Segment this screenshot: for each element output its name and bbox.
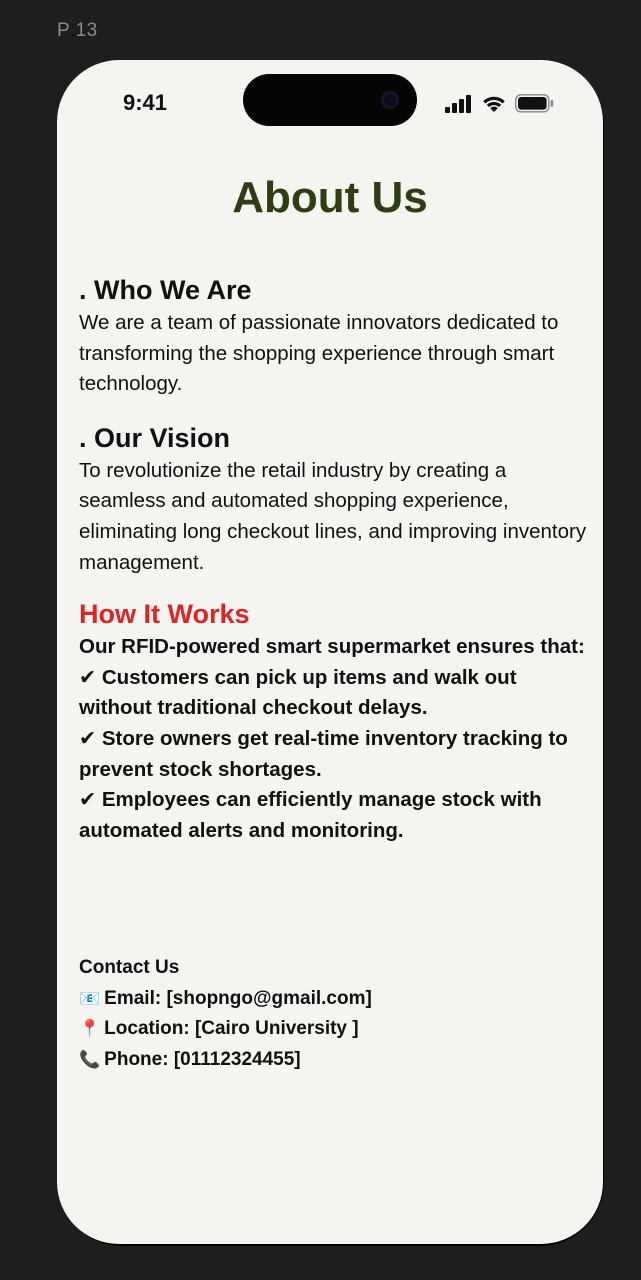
dynamic-island xyxy=(243,74,417,126)
page-title: About Us xyxy=(232,173,428,222)
who-we-are-heading: . Who We Are xyxy=(79,275,252,305)
envelope-icon: 📧 xyxy=(79,988,101,1008)
how-it-works-point: ✔ Store owners get real-time inventory t… xyxy=(79,726,568,781)
how-it-works-point: ✔ Employees can efficiently manage stock… xyxy=(79,788,542,842)
contact-location: Location: [Cairo University ] xyxy=(104,1018,359,1040)
who-we-are-section: . Who We Are We are a team of passionate… xyxy=(79,272,589,400)
wifi-icon xyxy=(483,96,505,112)
frame-label: P 13 xyxy=(57,20,98,41)
our-vision-heading: . Our Vision xyxy=(79,422,231,453)
status-icons xyxy=(445,94,555,114)
location-pin-icon: 📍 xyxy=(79,1019,101,1039)
phone-screen: 9:41 About Us . Who We Are We are a team… xyxy=(57,60,603,1244)
how-it-works-point: ✔ Customers can pick up items and walk o… xyxy=(79,665,517,720)
camera-icon xyxy=(381,91,399,109)
who-we-are-body: We are a team of passionate innovators d… xyxy=(79,311,559,396)
contact-email[interactable]: Email: [shopngo@gmail.com] xyxy=(104,988,372,1009)
contact-phone-row[interactable]: 📞 Phone: [01112324455] xyxy=(79,1045,579,1076)
contact-section: Contact Us 📧 Email: [shopngo@gmail.com] 📍… xyxy=(79,953,579,1075)
how-it-works-heading: How It Works xyxy=(79,599,250,630)
contact-email-row[interactable]: 📧 Email: [shopngo@gmail.com] xyxy=(79,984,579,1015)
status-time: 9:41 xyxy=(123,90,168,115)
battery-icon xyxy=(515,94,554,113)
signal-icon xyxy=(445,95,471,113)
about-content: . Who We Are We are a team of passionate… xyxy=(79,272,589,846)
our-vision-section: . Our Vision To revolutionize the retail… xyxy=(79,420,589,578)
phone-icon: 📞 xyxy=(79,1049,101,1069)
our-vision-body: To revolutionize the retail industry by … xyxy=(79,458,587,574)
contact-heading: Contact Us xyxy=(79,957,180,978)
contact-location-row: 📍 Location: [Cairo University ] xyxy=(79,1014,579,1045)
contact-phone[interactable]: Phone: [01112324455] xyxy=(104,1049,300,1070)
how-it-works-intro: Our RFID-powered smart supermarket ensur… xyxy=(79,635,585,659)
how-it-works-section: How It Works Our RFID-powered smart supe… xyxy=(79,596,589,846)
